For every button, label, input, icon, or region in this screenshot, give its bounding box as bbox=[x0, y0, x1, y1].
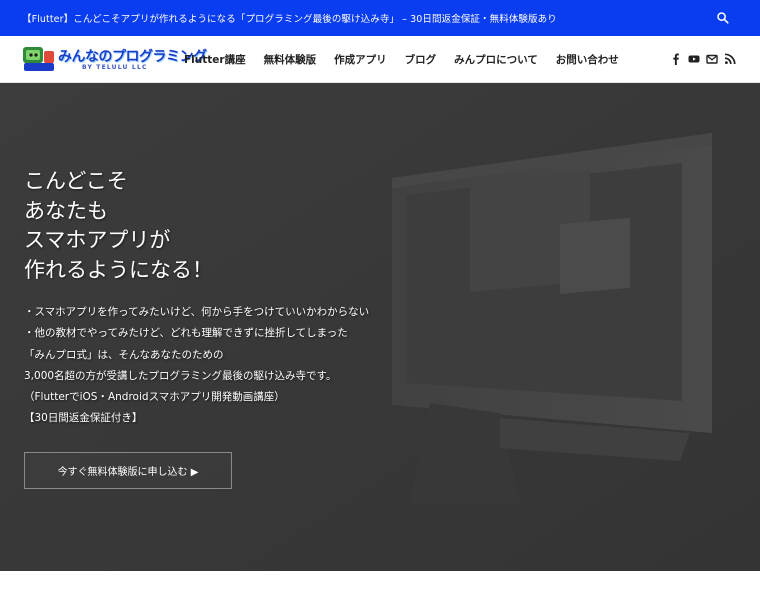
hero-title-line: こんどこそ bbox=[24, 169, 128, 193]
rss-icon[interactable] bbox=[724, 53, 736, 65]
hero-description-line: （FlutterでiOS・Androidスマホアプリ開発動画講座） bbox=[24, 391, 285, 404]
free-trial-cta-button[interactable]: 今すぐ無料体験版に申し込む ▶ bbox=[24, 452, 232, 489]
logo-subtitle: BY TELULU LLC bbox=[82, 64, 148, 71]
announcement-bar: 【Flutter】こんどこそアプリが作れるようになる「プログラミング最後の駆け込… bbox=[0, 0, 760, 36]
hero-description: ・スマホアプリを作ってみたいけど、何から手をつけていいかわからない ・他の教材で… bbox=[24, 302, 369, 430]
site-header: みんなのプログラミング BY TELULU LLC Flutter講座 無料体験… bbox=[0, 36, 760, 83]
hero-description-line: 【30日間返金保証付き】 bbox=[24, 412, 143, 425]
youtube-icon[interactable] bbox=[688, 53, 700, 65]
nav-item-about[interactable]: みんプロについて bbox=[454, 52, 538, 67]
facebook-icon[interactable] bbox=[670, 53, 682, 65]
nav-item-free-trial[interactable]: 無料体験版 bbox=[264, 52, 317, 67]
hero-title-line: あなたも bbox=[24, 198, 108, 223]
nav-item-contact[interactable]: お問い合わせ bbox=[556, 52, 619, 67]
page-footer-strip bbox=[0, 571, 760, 600]
hero-section: こんどこそ あなたも スマホアプリが 作れるようになる！ ・スマホアプリを作って… bbox=[0, 83, 760, 571]
nav-item-flutter-course[interactable]: Flutter講座 bbox=[184, 52, 246, 67]
hero-title-line: スマホアプリが bbox=[24, 228, 171, 252]
main-nav: Flutter講座 無料体験版 作成アプリ ブログ みんプロについて お問い合わ… bbox=[184, 36, 637, 83]
announcement-text[interactable]: 【Flutter】こんどこそアプリが作れるようになる「プログラミング最後の駆け込… bbox=[22, 11, 557, 25]
hero-description-line: ・他の教材でやってみたけど、どれも理解できずに挫折してしまった bbox=[24, 327, 348, 340]
nav-item-apps[interactable]: 作成アプリ bbox=[334, 52, 387, 67]
social-links bbox=[664, 53, 736, 65]
mail-icon[interactable] bbox=[706, 53, 718, 65]
hero-title-line: 作れるようになる！ bbox=[24, 257, 213, 282]
nav-item-blog[interactable]: ブログ bbox=[405, 52, 437, 67]
logo-mascot-icon bbox=[23, 47, 54, 71]
search-icon[interactable] bbox=[716, 11, 730, 25]
hero-description-line: ・スマホアプリを作ってみたいけど、何から手をつけていいかわからない bbox=[24, 306, 370, 318]
hero-description-line: 「みんプロ式」は、そんなあなたのための bbox=[24, 348, 224, 361]
hero-title: こんどこそ あなたも スマホアプリが 作れるようになる！ bbox=[24, 167, 213, 285]
site-logo[interactable]: みんなのプログラミング BY TELULU LLC bbox=[22, 45, 207, 73]
hero-description-line: 3,000名超の方が受講したプログラミング最後の駆け込み寺です。 bbox=[24, 369, 337, 382]
